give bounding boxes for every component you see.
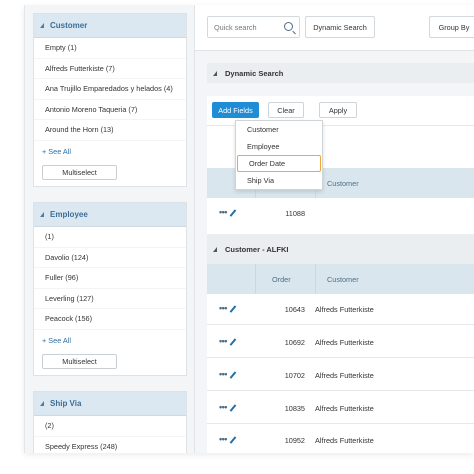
facet-item[interactable]: Ana Trujillo Emparedados y helados (4) bbox=[34, 79, 186, 100]
multiselect-button[interactable]: Multiselect bbox=[42, 164, 117, 180]
table-row[interactable]: ••• 11088 bbox=[207, 198, 474, 229]
edit-pencil-icon[interactable] bbox=[229, 208, 237, 217]
facet-item[interactable]: Antonio Moreno Taqueria (7) bbox=[34, 100, 186, 120]
cell-order: 10692 bbox=[284, 338, 305, 347]
collapse-triangle-icon[interactable] bbox=[213, 246, 217, 252]
collapse-triangle-icon[interactable] bbox=[40, 212, 44, 217]
facet-item[interactable]: Around the Horn (13) bbox=[34, 120, 186, 141]
field-option-employee[interactable]: Employee bbox=[236, 138, 322, 155]
quick-search-input[interactable]: Quick search bbox=[207, 16, 300, 38]
facet-item[interactable]: Davolio (124) bbox=[34, 248, 186, 268]
facet-item[interactable]: Leverling (127) bbox=[34, 289, 186, 309]
cell-customer: Alfreds Futterkiste bbox=[315, 305, 374, 314]
facet-item[interactable]: (2) bbox=[34, 416, 186, 437]
table-row[interactable]: ••• 10692 Alfreds Futterkiste bbox=[207, 327, 474, 358]
facet-employee: Employee (1) Davolio (124) Fuller (96) L… bbox=[33, 202, 187, 376]
facet-title: Customer bbox=[50, 21, 88, 30]
column-header-order[interactable]: Order bbox=[272, 264, 291, 294]
facet-sidebar: Customer Empty (1) Alfreds Futterkiste (… bbox=[25, 5, 195, 453]
search-placeholder: Quick search bbox=[214, 22, 257, 32]
row-actions: ••• bbox=[219, 435, 237, 444]
edit-pencil-icon[interactable] bbox=[229, 370, 237, 379]
field-option-order-date[interactable]: Order Date bbox=[237, 155, 321, 172]
column-header-customer[interactable]: Customer bbox=[327, 264, 359, 294]
more-icon[interactable]: ••• bbox=[219, 435, 227, 444]
facet-shipvia-header[interactable]: Ship Via bbox=[34, 392, 186, 416]
add-fields-button[interactable]: Add Fields bbox=[212, 102, 259, 118]
dynamic-search-header[interactable]: Dynamic Search bbox=[207, 63, 474, 83]
toolbar: Quick search Dynamic Search Group By bbox=[195, 5, 474, 51]
search-icon[interactable] bbox=[284, 22, 293, 31]
facet-title: Ship Via bbox=[50, 399, 82, 408]
more-icon[interactable]: ••• bbox=[219, 208, 227, 217]
facet-customer: Customer Empty (1) Alfreds Futterkiste (… bbox=[33, 13, 187, 187]
cell-order: 10702 bbox=[284, 371, 305, 380]
facet-shipvia: Ship Via (2) Speedy Express (248) bbox=[33, 391, 187, 453]
cell-customer: Alfreds Futterkiste bbox=[315, 436, 374, 445]
more-icon[interactable]: ••• bbox=[219, 337, 227, 346]
app-frame: Customer Empty (1) Alfreds Futterkiste (… bbox=[24, 5, 474, 453]
column-header-customer[interactable]: Customer bbox=[327, 168, 359, 198]
group-header[interactable]: Customer - ALFKI bbox=[207, 234, 474, 264]
facet-customer-header[interactable]: Customer bbox=[34, 14, 186, 38]
facet-item[interactable]: (1) bbox=[34, 227, 186, 248]
facet-item[interactable]: Empty (1) bbox=[34, 38, 186, 59]
row-actions: ••• bbox=[219, 208, 237, 217]
row-actions: ••• bbox=[219, 304, 237, 313]
group-by-button[interactable]: Group By bbox=[429, 16, 474, 38]
cell-customer: Alfreds Futterkiste bbox=[315, 338, 374, 347]
cell-order: 10643 bbox=[284, 305, 305, 314]
more-icon[interactable]: ••• bbox=[219, 370, 227, 379]
group-title: Customer - ALFKI bbox=[225, 244, 289, 254]
row-actions: ••• bbox=[219, 337, 237, 346]
dynamic-search-button[interactable]: Dynamic Search bbox=[305, 16, 375, 38]
cell-order: 11088 bbox=[285, 209, 305, 218]
add-fields-dropdown: Customer Employee Order Date Ship Via bbox=[235, 120, 323, 190]
edit-pencil-icon[interactable] bbox=[229, 403, 237, 412]
facet-item[interactable]: Speedy Express (248) bbox=[34, 437, 186, 454]
cell-order: 10952 bbox=[284, 436, 305, 445]
facet-item[interactable]: Fuller (96) bbox=[34, 268, 186, 289]
facet-item[interactable]: Alfreds Futterkiste (7) bbox=[34, 59, 186, 79]
column-separator bbox=[255, 264, 256, 294]
edit-pencil-icon[interactable] bbox=[229, 435, 237, 444]
column-separator bbox=[315, 264, 316, 294]
more-icon[interactable]: ••• bbox=[219, 403, 227, 412]
cell-order: 10835 bbox=[284, 404, 305, 413]
collapse-triangle-icon[interactable] bbox=[213, 70, 217, 76]
multiselect-button[interactable]: Multiselect bbox=[42, 353, 117, 369]
field-option-customer[interactable]: Customer bbox=[236, 121, 322, 138]
facet-item[interactable]: Peacock (156) bbox=[34, 309, 186, 330]
collapse-triangle-icon[interactable] bbox=[40, 23, 44, 28]
more-icon[interactable]: ••• bbox=[219, 304, 227, 313]
apply-button[interactable]: Apply bbox=[319, 102, 357, 118]
see-all-link[interactable]: + See All bbox=[34, 141, 186, 162]
table-row[interactable]: ••• 10952 Alfreds Futterkiste bbox=[207, 425, 474, 453]
collapse-triangle-icon[interactable] bbox=[40, 401, 44, 406]
edit-pencil-icon[interactable] bbox=[229, 304, 237, 313]
edit-pencil-icon[interactable] bbox=[229, 337, 237, 346]
row-actions: ••• bbox=[219, 403, 237, 412]
grid-header-row: Order Customer bbox=[207, 264, 474, 294]
row-actions: ••• bbox=[219, 370, 237, 379]
see-all-link[interactable]: + See All bbox=[34, 330, 186, 351]
section-title: Dynamic Search bbox=[225, 68, 284, 78]
cell-customer: Alfreds Futterkiste bbox=[315, 404, 374, 413]
table-row[interactable]: ••• 10835 Alfreds Futterkiste bbox=[207, 393, 474, 424]
main-panel: Quick search Dynamic Search Group By Dyn… bbox=[195, 5, 474, 453]
facet-title: Employee bbox=[50, 210, 88, 219]
clear-button[interactable]: Clear bbox=[268, 102, 304, 118]
table-row[interactable]: ••• 10643 Alfreds Futterkiste bbox=[207, 294, 474, 325]
table-row[interactable]: ••• 10702 Alfreds Futterkiste bbox=[207, 360, 474, 391]
facet-employee-header[interactable]: Employee bbox=[34, 203, 186, 227]
field-option-ship-via[interactable]: Ship Via bbox=[236, 172, 322, 189]
cell-customer: Alfreds Futterkiste bbox=[315, 371, 374, 380]
